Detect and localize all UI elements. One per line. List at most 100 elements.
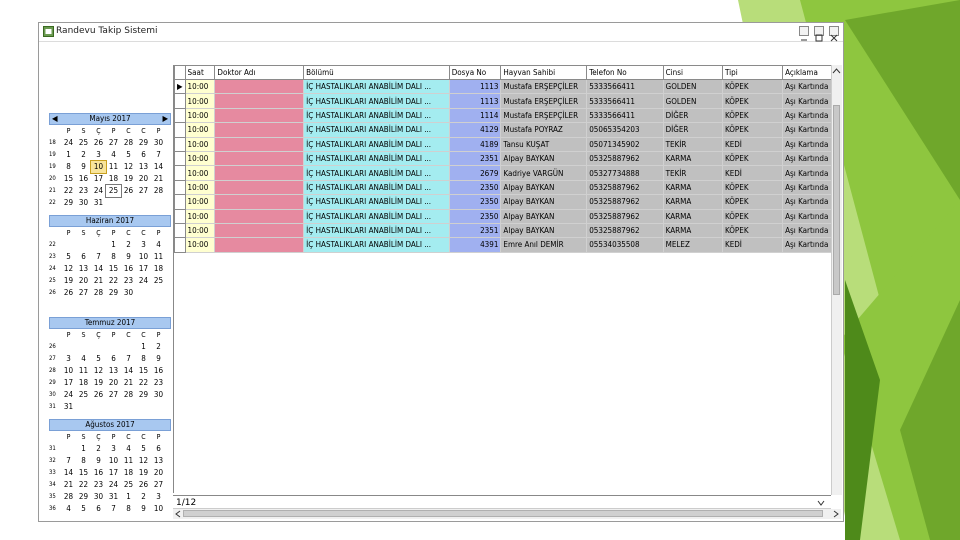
table-cell[interactable]: 10:00 (184, 222, 216, 239)
calendar-day[interactable]: 6 (76, 251, 91, 263)
close-button[interactable] (829, 26, 839, 42)
table-cell[interactable]: KARMA (662, 150, 723, 167)
calendar-day[interactable]: 23 (151, 377, 166, 389)
table-cell[interactable]: KARMA (662, 179, 723, 196)
calendar-day[interactable]: 9 (76, 161, 91, 173)
calendar-day[interactable]: 21 (151, 173, 166, 185)
table-cell[interactable]: Alpay BAYKAN (500, 179, 588, 196)
row-selector[interactable] (174, 150, 186, 167)
table-cell[interactable]: DİĞER (662, 122, 723, 138)
calendar-day[interactable]: 22 (106, 275, 121, 287)
calendar-day[interactable]: 9 (136, 503, 151, 515)
calendar-day[interactable]: 11 (106, 161, 121, 173)
table-cell[interactable]: 10:00 (184, 107, 216, 124)
calendar-day[interactable]: 25 (151, 275, 166, 287)
scroll-up-icon[interactable] (832, 67, 841, 75)
column-header[interactable]: Cinsi (662, 65, 723, 80)
table-cell[interactable]: DİĞER (662, 107, 723, 124)
calendar-day[interactable]: 4 (151, 239, 166, 251)
calendar-day[interactable]: 31 (106, 491, 121, 503)
table-cell[interactable] (214, 237, 305, 253)
table-cell[interactable]: Mustafa ERŞEPÇİLER (500, 78, 588, 95)
table-cell[interactable]: Alpay BAYKAN (500, 208, 588, 224)
calendar-day[interactable]: 10 (151, 503, 166, 515)
table-row[interactable]: 10:00 İÇ HASTALIKLARI ANABİLİM DALI ... 26… (174, 165, 838, 181)
table-cell[interactable]: KEDİ (721, 237, 784, 253)
table-cell[interactable]: 05325887962 (586, 150, 664, 167)
calendar-day[interactable]: 23 (76, 185, 91, 197)
calendar-day[interactable]: 29 (76, 491, 91, 503)
calendar-day[interactable]: 12 (91, 365, 106, 377)
calendar-day[interactable]: 13 (151, 455, 166, 467)
table-cell[interactable] (214, 122, 305, 138)
scroll-left-icon[interactable] (174, 510, 182, 518)
table-cell[interactable]: İÇ HASTALIKLARI ANABİLİM DALI ... (303, 122, 450, 138)
calendar-day[interactable]: 4 (106, 149, 121, 161)
row-selector[interactable] (174, 237, 186, 253)
table-cell[interactable] (214, 150, 305, 167)
calendar-day[interactable]: 7 (61, 455, 76, 467)
calendar-day[interactable]: 21 (121, 377, 136, 389)
calendar-day[interactable]: 10 (61, 365, 76, 377)
table-cell[interactable]: İÇ HASTALIKLARI ANABİLİM DALI ... (303, 93, 450, 109)
calendar-day[interactable]: 24 (91, 185, 106, 197)
table-row[interactable]: 10:00 İÇ HASTALIKLARI ANABİLİM DALI ... 11… (174, 107, 838, 124)
calendar-day[interactable]: 4 (61, 503, 76, 515)
calendar-day[interactable]: 11 (121, 455, 136, 467)
table-cell[interactable]: Alpay BAYKAN (500, 194, 588, 210)
table-cell[interactable]: Aşı Kartında (782, 78, 838, 95)
table-cell[interactable]: TEKİR (662, 136, 723, 152)
horizontal-scroll-thumb[interactable] (183, 510, 823, 517)
table-cell[interactable]: Aşı Kartında (782, 208, 838, 224)
next-month-icon[interactable]: ▶ (162, 114, 168, 124)
calendar-day[interactable]: 14 (151, 161, 166, 173)
calendar-day[interactable]: 20 (151, 467, 166, 479)
calendar-day[interactable]: 28 (61, 491, 76, 503)
calendar-day[interactable]: 28 (151, 185, 166, 197)
calendar-day[interactable]: 18 (76, 377, 91, 389)
row-selector[interactable] (174, 93, 186, 109)
table-cell[interactable]: 10:00 (184, 136, 216, 152)
calendar-day[interactable]: 6 (91, 503, 106, 515)
table-cell[interactable] (214, 179, 305, 196)
calendar-day[interactable]: 15 (106, 263, 121, 275)
row-selector-header[interactable] (174, 65, 186, 80)
calendar-day[interactable]: 30 (91, 491, 106, 503)
column-header[interactable]: Tipi (721, 65, 784, 80)
table-row[interactable]: 10:00 İÇ HASTALIKLARI ANABİLİM DALI ... 43… (174, 237, 838, 253)
calendar-day[interactable]: 24 (136, 275, 151, 287)
table-cell[interactable]: KÖPEK (721, 78, 784, 95)
calendar-day[interactable]: 27 (151, 479, 166, 491)
table-cell[interactable]: Aşı Kartında (782, 107, 838, 124)
row-selector[interactable] (174, 222, 186, 239)
table-cell[interactable] (214, 165, 305, 181)
calendar-day[interactable]: 28 (121, 137, 136, 149)
calendar-day[interactable]: 19 (91, 377, 106, 389)
table-cell[interactable]: 10:00 (184, 122, 216, 138)
table-cell[interactable]: KÖPEK (721, 194, 784, 210)
calendar-day[interactable]: 8 (121, 503, 136, 515)
table-row[interactable]: 10:00 İÇ HASTALIKLARI ANABİLİM DALI ... 23… (174, 150, 838, 167)
table-cell[interactable]: Kadriye VARGÜN (500, 165, 588, 181)
table-row[interactable]: 10:00 İÇ HASTALIKLARI ANABİLİM DALI ... 23… (174, 208, 838, 224)
calendar-day[interactable]: 29 (61, 197, 76, 209)
table-cell[interactable]: Aşı Kartında (782, 165, 838, 181)
calendar-day[interactable]: 10 (90, 160, 107, 174)
table-cell[interactable]: İÇ HASTALIKLARI ANABİLİM DALI ... (303, 222, 450, 239)
calendar-day[interactable]: 19 (136, 467, 151, 479)
table-cell[interactable]: 2350 (448, 179, 502, 196)
calendar-day[interactable]: 31 (91, 197, 106, 209)
calendar-day[interactable]: 3 (91, 149, 106, 161)
calendar-day[interactable]: 8 (61, 161, 76, 173)
calendar-day[interactable]: 13 (136, 161, 151, 173)
table-cell[interactable]: Aşı Kartında (782, 194, 838, 210)
calendar-day[interactable]: 2 (136, 491, 151, 503)
calendar-day[interactable]: 3 (61, 353, 76, 365)
calendar-day[interactable]: 23 (121, 275, 136, 287)
calendar-day[interactable]: 6 (136, 149, 151, 161)
calendar-day[interactable]: 16 (76, 173, 91, 185)
table-cell[interactable] (214, 107, 305, 124)
table-cell[interactable]: Emre Anıl DEMİR (500, 237, 588, 253)
calendar-day[interactable]: 9 (151, 353, 166, 365)
table-cell[interactable]: 2350 (448, 208, 502, 224)
